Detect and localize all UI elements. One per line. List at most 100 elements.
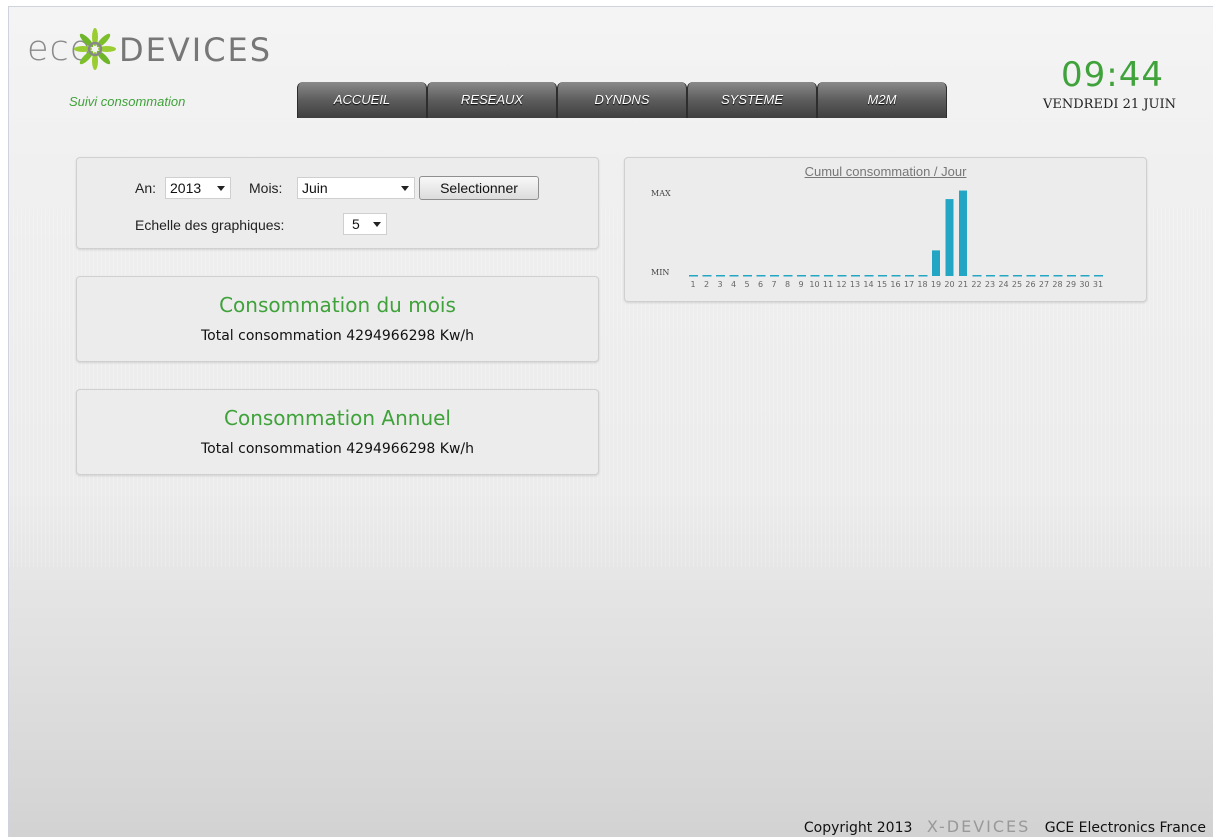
month-select-value: Juin xyxy=(302,180,328,196)
chart-bar-day-13[interactable] xyxy=(851,275,860,277)
daily-consumption-chart: MAX MIN 1 2 3 4 5 6 7 8 9 10 11 12 13 14 15 16 17 18 19 20 2… xyxy=(651,189,1103,289)
chart-x-tick-label: 16 xyxy=(890,280,900,289)
chevron-down-icon xyxy=(401,186,409,191)
chart-x-tick-label: 10 xyxy=(809,280,819,289)
chart-bar-day-21[interactable] xyxy=(959,190,967,276)
chart-bar-day-1[interactable] xyxy=(689,275,698,277)
footer: Copyright 2013 X-DEVICES GCE Electronics… xyxy=(17,811,1213,837)
chart-x-tick-label: 11 xyxy=(823,280,833,289)
chart-bar-day-5[interactable] xyxy=(743,275,752,277)
logo-text-devices: DEVICES xyxy=(119,31,273,69)
chart-bar-day-4[interactable] xyxy=(729,275,739,277)
chart-x-tick-label: 8 xyxy=(785,280,790,289)
chart-x-tick-label: 3 xyxy=(717,280,722,289)
chart-bar-day-2[interactable] xyxy=(702,275,712,277)
chart-bar-day-27[interactable] xyxy=(1040,275,1049,277)
chart-x-tick-label: 31 xyxy=(1093,280,1103,289)
select-button[interactable]: Selectionner xyxy=(419,176,539,200)
chart-bar-day-14[interactable] xyxy=(864,275,874,277)
year-consumption-total: Total consommation 4294966298 Kw/h xyxy=(200,441,474,457)
clock-time: 09:44 xyxy=(1061,55,1164,95)
chevron-down-icon xyxy=(217,186,225,191)
chart-bar-day-17[interactable] xyxy=(905,275,914,277)
chart-bar-day-3[interactable] xyxy=(716,275,725,277)
chart-bar-day-8[interactable] xyxy=(783,275,793,277)
chart-x-tick-label: 20 xyxy=(944,280,954,289)
chart-y-max-label: MAX xyxy=(651,189,671,198)
chart-x-tick-label: 4 xyxy=(731,280,736,289)
chart-bar-day-28[interactable] xyxy=(1053,275,1063,277)
clock-date: VENDREDI 21 JUIN xyxy=(1043,97,1176,112)
footer-company: GCE Electronics France xyxy=(1044,820,1206,836)
flower-icon xyxy=(74,28,116,70)
chart-x-tick-label: 22 xyxy=(971,280,981,289)
chart-x-tick-label: 24 xyxy=(998,280,1008,289)
chart-x-tick-label: 18 xyxy=(917,280,927,289)
eco-devices-logo[interactable]: eco DEVICES xyxy=(27,25,287,83)
chart-x-tick-label: 28 xyxy=(1052,280,1062,289)
chart-x-tick-label: 2 xyxy=(704,280,709,289)
year-label: An: xyxy=(135,180,157,196)
chart-bar-day-23[interactable] xyxy=(986,275,995,277)
scale-select[interactable]: 5 xyxy=(343,213,387,235)
month-consumption-panel: Consommation du mois Total consommation … xyxy=(76,276,599,362)
chevron-down-icon xyxy=(373,222,381,227)
chart-bar-day-16[interactable] xyxy=(891,275,901,277)
year-consumption-title: Consommation Annuel xyxy=(224,406,451,430)
month-consumption-title: Consommation du mois xyxy=(219,293,456,317)
chart-bar-day-29[interactable] xyxy=(1067,275,1076,277)
chart-x-tick-label: 14 xyxy=(863,280,873,289)
footer-text: Copyright 2013 X-DEVICES GCE Electronics… xyxy=(804,817,1206,836)
main-nav-tabs: ACCUEIL RESEAUX DYNDNS SYSTEME M2M xyxy=(297,82,947,118)
chart-x-tick-label: 6 xyxy=(758,280,763,289)
chart-x-tick-label: 26 xyxy=(1025,280,1035,289)
tab-systeme[interactable]: SYSTEME xyxy=(687,82,817,118)
period-selector-panel: An: 2013 Mois: Juin Selectionner Echelle… xyxy=(76,157,599,249)
chart-bar-day-10[interactable] xyxy=(810,275,820,277)
chart-bar-day-9[interactable] xyxy=(797,275,806,277)
chart-x-tick-label: 9 xyxy=(798,280,803,289)
chart-bar-day-12[interactable] xyxy=(837,275,847,277)
year-consumption-panel: Consommation Annuel Total consommation 4… xyxy=(76,389,599,475)
tab-dyndns[interactable]: DYNDNS xyxy=(557,82,687,118)
tab-accueil[interactable]: ACCUEIL xyxy=(297,82,427,118)
chart-bar-day-24[interactable] xyxy=(999,275,1009,277)
chart-bar-day-6[interactable] xyxy=(756,275,766,277)
daily-consumption-chart-panel: Cumul consommation / Jour MAX MIN 123456… xyxy=(624,157,1147,302)
chart-bar-day-31[interactable] xyxy=(1094,275,1103,277)
chart-y-min-label: MIN xyxy=(651,268,669,277)
chart-bar-day-22[interactable] xyxy=(972,275,982,277)
chart-bar-day-18[interactable] xyxy=(918,275,928,277)
chart-bar-day-11[interactable] xyxy=(824,275,833,277)
chart-x-tick-label: 17 xyxy=(904,280,914,289)
chart-x-tick-label: 15 xyxy=(877,280,887,289)
month-label: Mois: xyxy=(249,180,283,196)
chart-bar-day-7[interactable] xyxy=(770,275,779,277)
chart-x-tick-label: 1 xyxy=(690,280,695,289)
page-background: eco DEVICES Suivi consommation ACCUEIL R… xyxy=(8,6,1213,837)
month-consumption-total: Total consommation 4294966298 Kw/h xyxy=(200,328,474,344)
page-subtitle: Suivi consommation xyxy=(69,94,186,109)
chart-bar-day-15[interactable] xyxy=(878,275,887,277)
tab-m2m[interactable]: M2M xyxy=(817,82,947,118)
footer-copyright: Copyright 2013 xyxy=(803,820,913,836)
scale-select-value: 5 xyxy=(352,216,360,232)
chart-x-tick-label: 7 xyxy=(771,280,776,289)
chart-x-tick-label: 12 xyxy=(836,280,846,289)
chart-bar-day-26[interactable] xyxy=(1026,275,1036,277)
chart-x-tick-label: 30 xyxy=(1079,280,1089,289)
scale-label: Echelle des graphiques: xyxy=(135,217,285,233)
chart-bar-day-20[interactable] xyxy=(945,199,954,276)
chart-x-tick-label: 13 xyxy=(850,280,860,289)
chart-x-tick-label: 19 xyxy=(931,280,941,289)
month-select[interactable]: Juin xyxy=(297,177,415,199)
tab-reseaux[interactable]: RESEAUX xyxy=(427,82,557,118)
chart-x-tick-label: 29 xyxy=(1066,280,1076,289)
chart-x-tick-label: 5 xyxy=(744,280,749,289)
chart-bar-day-19[interactable] xyxy=(932,250,940,276)
chart-bar-day-25[interactable] xyxy=(1013,275,1022,277)
year-select-value: 2013 xyxy=(170,180,202,196)
chart-bar-day-30[interactable] xyxy=(1080,275,1090,277)
year-select[interactable]: 2013 xyxy=(165,177,231,199)
chart-x-tick-label: 27 xyxy=(1039,280,1049,289)
